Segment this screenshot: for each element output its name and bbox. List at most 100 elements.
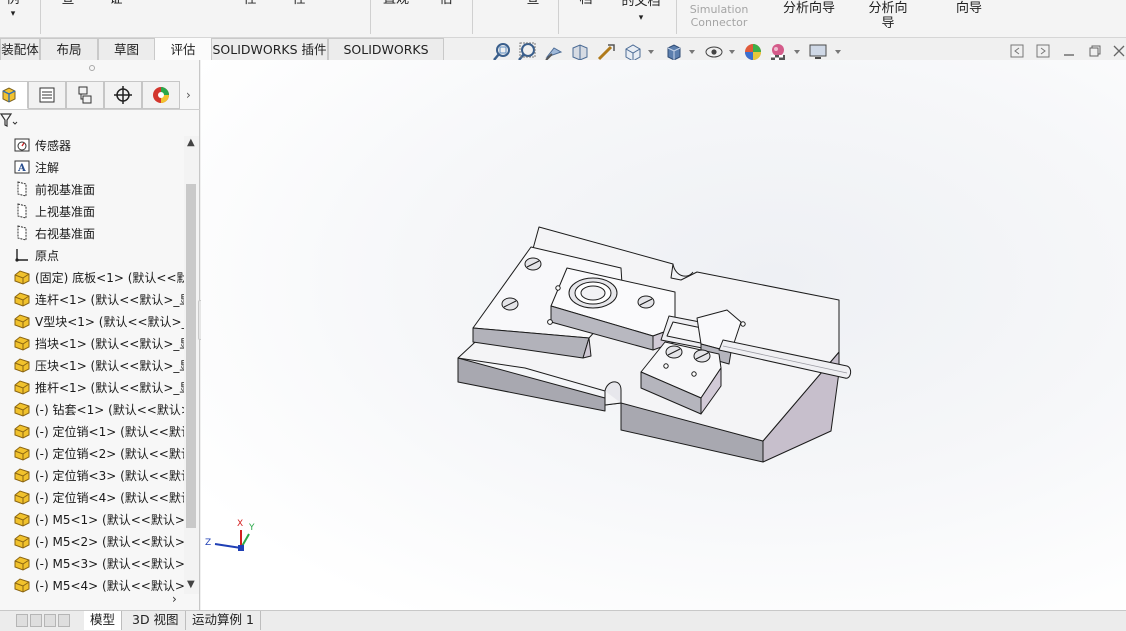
assembly-model[interactable] — [201, 60, 1126, 610]
tree-item[interactable]: (-) M5<2> (默认<<默认>_显示状态 1>) — [12, 530, 184, 552]
tree-item[interactable]: (-) M5<3> (默认<<默认>_显示状态 1>) — [12, 552, 184, 574]
tree-item-label: 注解 — [35, 160, 60, 175]
tree-item[interactable]: 原点 — [12, 244, 184, 266]
ribbon-button-intuitive[interactable]: 直观 — [378, 0, 414, 7]
scroll-down-icon[interactable]: ▼ — [187, 580, 195, 590]
tree-item[interactable]: (-) M5<4> (默认<<默认>_显示状态 1>) — [12, 574, 184, 596]
tab-display-manager[interactable] — [142, 81, 180, 109]
tab-evaluate[interactable]: 评估 — [155, 38, 211, 60]
tab-dimxpert-manager[interactable] — [104, 81, 142, 109]
ribbon-button-property-2[interactable]: 性 — [287, 0, 311, 7]
next-tab-icon[interactable] — [44, 614, 56, 627]
tree-item[interactable]: (固定) 底板<1> (默认<<默认>_显示状态 1>) — [12, 266, 184, 288]
funnel-icon[interactable] — [0, 112, 18, 132]
ribbon-button-wizard[interactable]: 向导 — [952, 1, 986, 16]
ribbon-button-example[interactable]: 例▾ — [2, 0, 24, 22]
tab-motion-study[interactable]: 运动算例 1 — [186, 611, 261, 630]
tab-solidworks-mbd[interactable]: SOLIDWORKS MBD — [328, 38, 444, 78]
previous-tab-icon[interactable] — [30, 614, 42, 627]
tree-item[interactable]: (-) M5<1> (默认<<默认>_显示状态 1>) — [12, 508, 184, 530]
ribbon-button-property-1[interactable]: 性 — [238, 0, 262, 7]
tree-item-label: (-) 定位销<1> (默认<<默认>_显示状态 1>) — [35, 424, 184, 439]
tab-feature-manager[interactable] — [0, 81, 28, 109]
chevron-down-icon[interactable] — [729, 50, 735, 54]
tree-item[interactable]: (-) 定位销<3> (默认<<默认>_显示状态 1>) — [12, 464, 184, 486]
tree-item-label: (-) M5<1> (默认<<默认>_显示状态 1>) — [35, 512, 184, 527]
zoom-to-fit-icon[interactable] — [492, 42, 512, 62]
tree-item[interactable]: 上视基准面 — [12, 200, 184, 222]
ribbon-button-verify[interactable]: 证 — [104, 0, 128, 7]
ribbon-button-document[interactable]: 的文档 ▾ — [617, 0, 665, 26]
tree-item-label: 前视基准面 — [35, 182, 96, 197]
tree-item[interactable]: 挡块<1> (默认<<默认>_显示状态 1>) — [12, 332, 184, 354]
chevron-down-icon[interactable] — [689, 50, 695, 54]
chevron-down-icon[interactable] — [794, 50, 800, 54]
tree-item[interactable]: A 注解 — [12, 156, 184, 178]
ribbon-button-estimate[interactable]: 估 — [434, 0, 458, 7]
scrollbar-thumb[interactable] — [186, 184, 196, 528]
view-orientation-icon[interactable] — [623, 42, 643, 62]
graphics-area[interactable]: X Y Z — [201, 60, 1126, 610]
ribbon-separator — [676, 0, 677, 34]
ribbon-button-check-2[interactable]: 查 — [521, 0, 545, 7]
last-tab-icon[interactable] — [58, 614, 70, 627]
section-view-icon[interactable] — [570, 42, 590, 62]
tree-item[interactable]: 前视基准面 — [12, 178, 184, 200]
tree-item[interactable]: (-) 定位销<4> (默认<<默认>_显示状态 1>) — [12, 486, 184, 508]
edit-appearance-icon[interactable] — [743, 42, 763, 62]
chevron-down-icon[interactable] — [648, 50, 654, 54]
minimize-icon[interactable] — [1062, 44, 1076, 58]
part-icon — [12, 290, 32, 308]
next-window-icon[interactable] — [1036, 44, 1050, 58]
view-settings-icon[interactable] — [808, 42, 828, 62]
close-icon[interactable] — [1112, 44, 1126, 58]
part-icon — [12, 356, 32, 374]
tree-item[interactable]: 连杆<1> (默认<<默认>_显示状态 1>) — [12, 288, 184, 310]
ribbon-button-analysis-wizard-2[interactable]: 分析向导 — [864, 1, 912, 31]
hide-show-items-icon[interactable] — [704, 42, 724, 62]
previous-window-icon[interactable] — [1010, 44, 1024, 58]
tab-solidworks-addins[interactable]: SOLIDWORKS 插件 — [211, 38, 328, 60]
ribbon-button-check[interactable]: 查 — [56, 0, 80, 7]
tree-item[interactable]: 传感器 — [12, 134, 184, 156]
chevron-down-icon[interactable] — [835, 50, 841, 54]
tree-item[interactable]: (-) 定位销<2> (默认<<默认>_显示状态 1>) — [12, 442, 184, 464]
dynamic-annotation-icon[interactable] — [596, 42, 616, 62]
tree-item[interactable]: 推杆<1> (默认<<默认>_显示状态 1>) — [12, 376, 184, 398]
previous-view-icon[interactable] — [544, 42, 564, 62]
tab-assembly[interactable]: 装配体 — [0, 38, 40, 60]
tree-item[interactable]: (-) 钻套<1> (默认<<默认>_显示状态 1>) — [12, 398, 184, 420]
tab-sketch[interactable]: 草图 — [98, 38, 155, 60]
tree-vertical-scrollbar[interactable]: ▲ ▼ — [184, 136, 199, 594]
tree-item[interactable]: 右视基准面 — [12, 222, 184, 244]
tree-horizontal-scrollbar[interactable]: › — [0, 592, 184, 606]
ribbon-button-analysis-wizard-1[interactable]: 分析向导 — [780, 1, 838, 16]
base-plate-back-notch — [672, 263, 694, 277]
scroll-right-icon[interactable]: › — [172, 592, 177, 606]
tab-property-manager[interactable] — [28, 81, 66, 109]
ribbon-button-simulation-connector[interactable]: Simulation Connector — [686, 3, 752, 29]
ribbon-button-archive[interactable]: 档 — [574, 0, 598, 7]
command-ribbon: 例▾ 查 证 性 性 直观 估 查 档 的文档▾ SimulationConne… — [0, 0, 1126, 38]
restore-icon[interactable] — [1088, 44, 1102, 58]
display-manager-icon — [153, 87, 169, 103]
chevron-right-icon[interactable]: › — [186, 88, 191, 102]
tree-item-label: (-) M5<2> (默认<<默认>_显示状态 1>) — [35, 534, 184, 549]
tree-item[interactable]: 压块<1> (默认<<默认>_显示状态 1>) — [12, 354, 184, 376]
display-style-icon[interactable] — [664, 42, 684, 62]
apply-scene-icon[interactable] — [768, 42, 788, 62]
tab-3d-view[interactable]: 3D 视图 — [126, 611, 186, 630]
tab-configuration-manager[interactable] — [66, 81, 104, 109]
zoom-to-area-icon[interactable] — [517, 42, 537, 62]
tree-item[interactable]: V型块<1> (默认<<默认>_显示状态 1>) — [12, 310, 184, 332]
configuration-manager-icon — [78, 86, 92, 104]
tab-layout[interactable]: 布局 — [40, 38, 98, 60]
plane-icon — [12, 180, 32, 198]
scroll-up-icon[interactable]: ▲ — [187, 138, 195, 148]
feature-manager-icon — [2, 87, 16, 103]
panel-grip-handle[interactable] — [89, 65, 95, 71]
tree-item[interactable]: (-) 定位销<1> (默认<<默认>_显示状态 1>) — [12, 420, 184, 442]
first-tab-icon[interactable] — [16, 614, 28, 627]
tab-model[interactable]: 模型 — [84, 611, 123, 630]
part-icon — [12, 378, 32, 396]
